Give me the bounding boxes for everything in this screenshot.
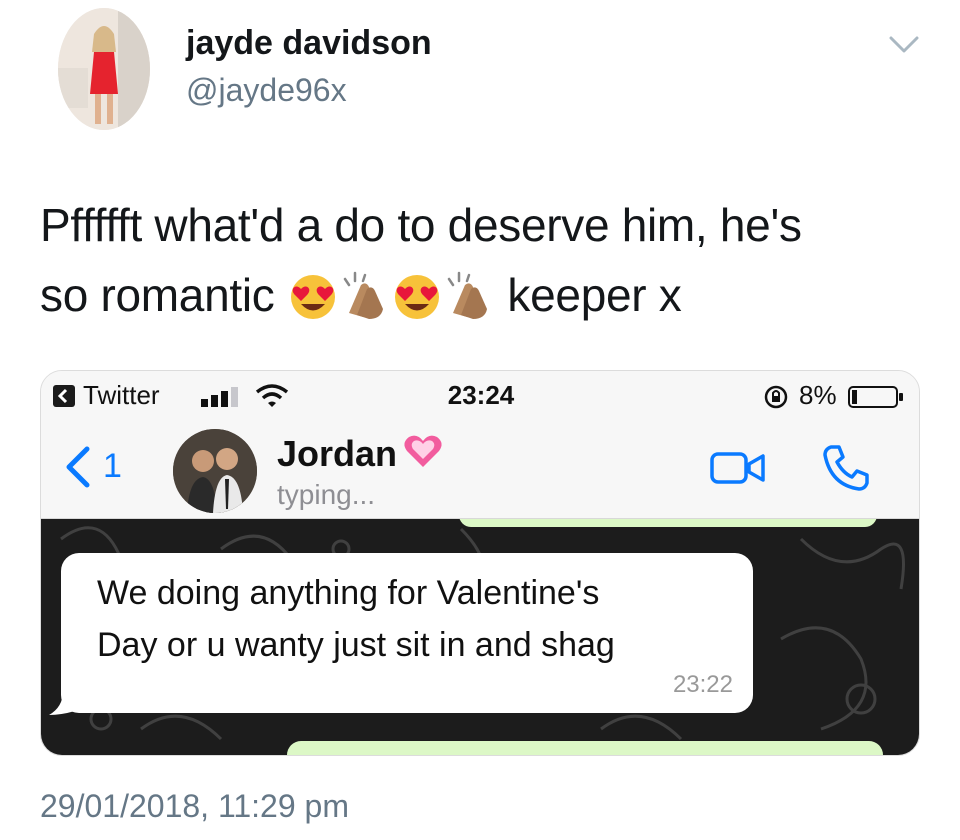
heart-eyes-emoji-icon [394, 275, 439, 319]
incoming-message-bubble[interactable]: We doing anything for Valentine's Day or… [61, 553, 753, 713]
attached-screenshot[interactable]: Twitter 23:24 8% 1 Jordan typing... We d… [40, 370, 920, 756]
tweet-text-line2-start: so romantic [40, 269, 275, 321]
chevron-down-icon[interactable] [888, 34, 920, 56]
outgoing-message-bubble[interactable] [287, 741, 883, 755]
tweet-timestamp[interactable]: 29/01/2018, 11:29 pm [40, 788, 349, 825]
battery-icon [848, 386, 903, 408]
back-chevron-icon[interactable] [63, 445, 91, 489]
tweet-text-line2-end: keeper x [507, 269, 682, 321]
clapping-hands-emoji-icon [447, 271, 487, 319]
contact-avatar[interactable] [173, 429, 257, 513]
message-line1: We doing anything for Valentine's [97, 574, 600, 612]
battery-percent: 8% [799, 380, 837, 410]
phone-call-icon[interactable] [819, 441, 873, 495]
heart-eyes-emoji-icon [290, 275, 335, 319]
unread-count[interactable]: 1 [103, 447, 122, 486]
chat-wallpaper: We doing anything for Valentine's Day or… [41, 519, 919, 755]
clapping-hands-emoji-icon [343, 271, 383, 319]
rotation-lock-icon [764, 385, 788, 409]
ios-status-bar: Twitter 23:24 8% [41, 371, 919, 419]
user-avatar[interactable] [58, 8, 150, 130]
message-time: 23:22 [672, 671, 733, 698]
message-text: We doing anything for Valentine's Day or… [97, 567, 737, 671]
tweet-text: Pffffft what'd a do to deserve him, he's… [40, 190, 920, 330]
bubble-tail [49, 691, 75, 715]
display-name[interactable]: jayde davidson [186, 24, 432, 63]
video-call-icon[interactable] [709, 447, 769, 489]
contact-name[interactable]: Jordan [277, 433, 397, 475]
typing-status: typing... [277, 479, 376, 510]
user-handle[interactable]: @jayde96x [186, 72, 347, 109]
outgoing-message-edge [459, 519, 877, 527]
sparkling-heart-icon [404, 435, 442, 467]
message-line2: Day or u wanty just sit in and shag [97, 626, 615, 664]
chat-header: 1 Jordan typing... [41, 419, 919, 519]
tweet-text-line1: Pffffft what'd a do to deserve him, he's [40, 199, 802, 251]
